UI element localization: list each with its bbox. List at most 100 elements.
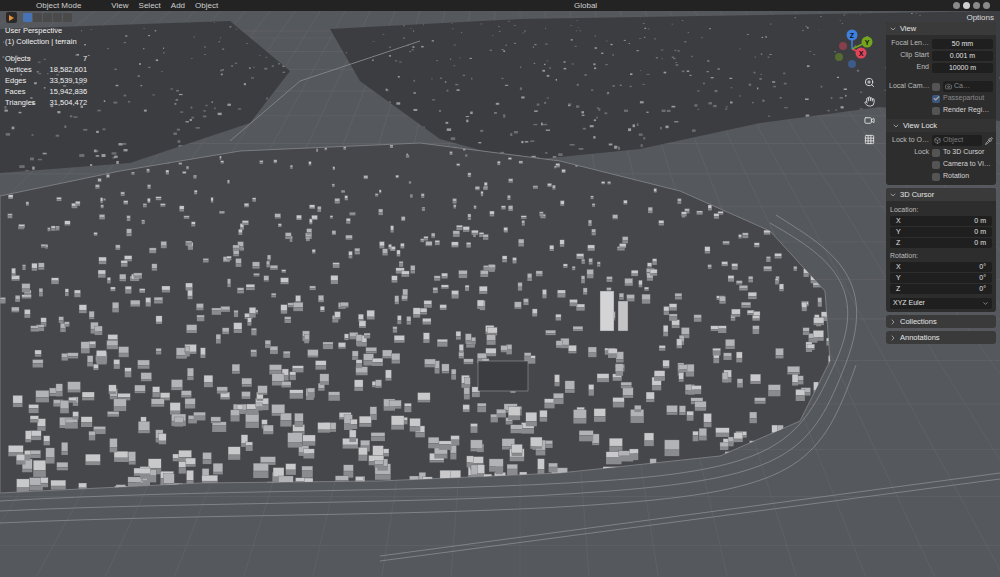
vector-field[interactable]: Z0° bbox=[890, 284, 992, 294]
building bbox=[191, 117, 194, 119]
vector-field[interactable]: Y0° bbox=[890, 273, 992, 283]
nav-button[interactable] bbox=[862, 132, 877, 147]
shading-icon[interactable] bbox=[953, 2, 960, 9]
viewport[interactable]: OptionsUser Perspective(1) Collection | … bbox=[0, 11, 1000, 577]
building bbox=[179, 462, 186, 474]
building bbox=[81, 30, 83, 32]
building bbox=[244, 203, 249, 207]
building bbox=[739, 95, 741, 96]
building bbox=[194, 190, 197, 194]
viewport-scene[interactable] bbox=[0, 11, 1000, 577]
building bbox=[256, 403, 263, 410]
building bbox=[345, 196, 348, 201]
menu-item[interactable]: Add bbox=[171, 0, 185, 11]
select-mode-button[interactable] bbox=[43, 13, 52, 22]
building bbox=[73, 159, 76, 162]
checkbox-row: Camera to Vi… bbox=[889, 159, 993, 170]
building bbox=[560, 240, 564, 247]
building bbox=[465, 155, 467, 157]
building bbox=[608, 349, 617, 358]
building bbox=[463, 75, 465, 76]
building bbox=[543, 124, 547, 126]
stat-value: 18,582,601 bbox=[50, 64, 88, 75]
checkbox[interactable] bbox=[932, 161, 940, 169]
panel-header[interactable]: View Lock bbox=[886, 119, 996, 132]
select-mode-button[interactable] bbox=[63, 13, 72, 22]
building bbox=[109, 385, 116, 394]
shading-icon[interactable] bbox=[973, 2, 980, 9]
building bbox=[696, 172, 699, 177]
building bbox=[280, 413, 291, 426]
vector-field[interactable]: Z0 m bbox=[890, 238, 992, 248]
building bbox=[410, 194, 413, 197]
building bbox=[278, 476, 293, 485]
building bbox=[623, 387, 633, 397]
number-field[interactable]: 50 mm bbox=[932, 39, 993, 49]
panel-header[interactable]: 3D Cursor bbox=[886, 188, 996, 201]
building bbox=[461, 375, 469, 388]
checkbox[interactable] bbox=[932, 149, 940, 157]
rotation-mode-dropdown[interactable]: XYZ Euler bbox=[890, 298, 992, 309]
navigation-gizmo[interactable]: XYZ bbox=[830, 27, 876, 73]
vector-field[interactable]: Y0 m bbox=[890, 227, 992, 237]
nav-button[interactable] bbox=[862, 94, 877, 109]
mode-dropdown[interactable]: Object Mode bbox=[36, 0, 81, 11]
building bbox=[739, 285, 748, 290]
building bbox=[576, 20, 578, 21]
nav-button[interactable] bbox=[862, 113, 877, 128]
shading-icon[interactable] bbox=[983, 2, 990, 9]
building bbox=[665, 440, 680, 456]
building bbox=[550, 245, 554, 251]
building bbox=[623, 200, 627, 204]
building bbox=[214, 22, 215, 24]
building bbox=[166, 170, 169, 174]
vector-field[interactable]: X0 m bbox=[890, 216, 992, 226]
vector-field[interactable]: X0° bbox=[890, 262, 992, 272]
building bbox=[242, 221, 248, 225]
shading-icon[interactable] bbox=[963, 2, 970, 9]
building bbox=[754, 72, 756, 74]
building bbox=[775, 279, 778, 285]
building bbox=[451, 436, 459, 446]
tool-button[interactable] bbox=[6, 12, 17, 23]
panel-header[interactable]: View bbox=[886, 22, 996, 35]
building bbox=[775, 445, 789, 461]
camera-field[interactable]: Ca… bbox=[943, 81, 993, 92]
checkbox[interactable] bbox=[932, 173, 940, 181]
menu-item[interactable]: View bbox=[111, 0, 128, 11]
gizmo-axis[interactable]: Z bbox=[847, 30, 858, 69]
building bbox=[426, 241, 432, 246]
number-field[interactable]: 0.001 m bbox=[932, 51, 993, 61]
building bbox=[540, 410, 547, 421]
menu-item[interactable]: Object bbox=[195, 0, 218, 11]
building bbox=[442, 364, 449, 373]
building bbox=[811, 450, 821, 464]
building bbox=[85, 454, 100, 465]
select-mode-button[interactable] bbox=[23, 13, 32, 22]
checkbox[interactable] bbox=[932, 107, 940, 115]
building bbox=[366, 347, 377, 353]
number-field[interactable]: 10000 m bbox=[932, 63, 993, 73]
building bbox=[188, 21, 189, 23]
nav-button[interactable] bbox=[862, 75, 877, 90]
menu-item[interactable]: Select bbox=[139, 0, 161, 11]
building bbox=[420, 483, 434, 492]
building bbox=[442, 273, 448, 278]
building bbox=[769, 203, 772, 207]
panel-header[interactable]: Collections bbox=[886, 315, 996, 328]
select-mode-button[interactable] bbox=[53, 13, 62, 22]
eyedropper-icon[interactable] bbox=[985, 137, 993, 145]
select-mode-button[interactable] bbox=[33, 13, 42, 22]
panel-header[interactable]: Annotations bbox=[886, 331, 996, 344]
orientation-dropdown[interactable]: Global bbox=[574, 0, 597, 11]
building bbox=[94, 150, 97, 153]
checkbox[interactable] bbox=[932, 95, 940, 103]
checkbox[interactable] bbox=[932, 83, 940, 91]
object-field[interactable]: Object bbox=[932, 135, 982, 146]
building bbox=[835, 109, 837, 110]
building bbox=[471, 465, 477, 481]
building bbox=[505, 85, 508, 86]
building bbox=[356, 360, 362, 368]
building bbox=[166, 161, 169, 163]
building bbox=[811, 275, 819, 283]
